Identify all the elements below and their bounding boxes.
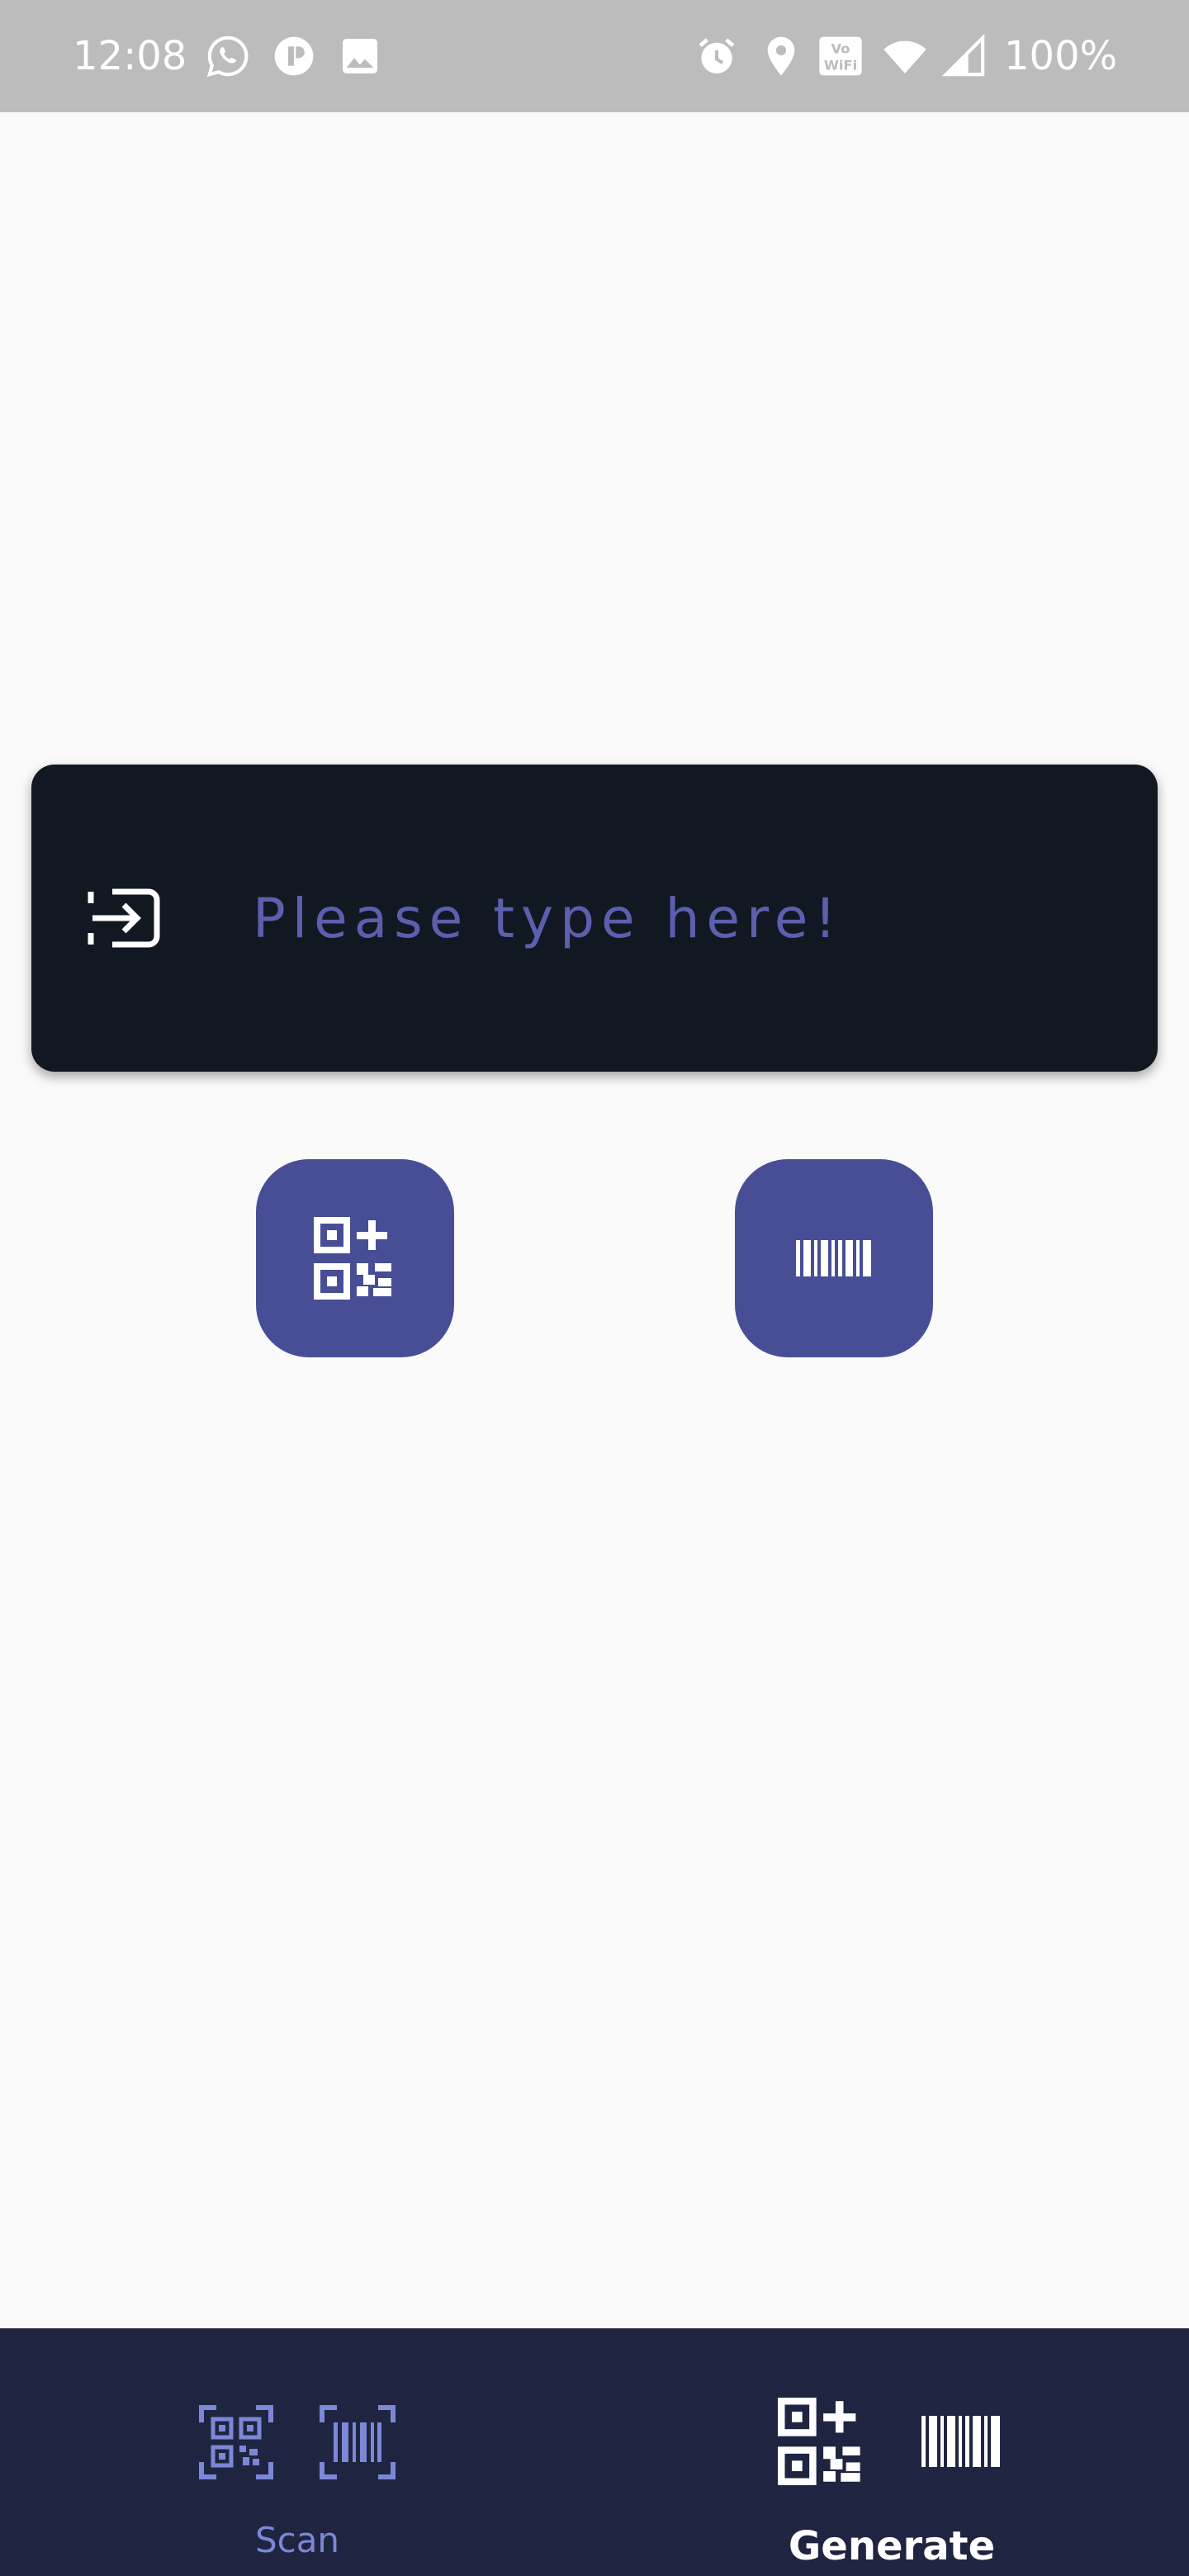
whatsapp-icon: [205, 33, 251, 79]
generate-qr-button[interactable]: [256, 1159, 454, 1357]
nav-label-generate: Generate: [788, 2523, 996, 2569]
barcode-icon: [920, 2414, 1002, 2469]
svg-text:WiFi: WiFi: [824, 57, 857, 73]
nav-label-scan: Scan: [254, 2520, 340, 2560]
generate-barcode-button[interactable]: [735, 1159, 933, 1357]
qr-code-add-icon: [314, 1217, 396, 1300]
input-card: [31, 765, 1158, 1072]
nav-item-scan[interactable]: Scan: [0, 2328, 594, 2576]
image-icon: [337, 33, 383, 79]
app-notification-icon: [271, 33, 317, 79]
text-input[interactable]: [253, 872, 1111, 964]
svg-text:Vo: Vo: [831, 41, 850, 57]
signal-icon: [941, 33, 988, 79]
status-time: 12:08: [73, 33, 187, 79]
nav-item-generate[interactable]: Generate: [594, 2328, 1189, 2576]
battery-percent: 100%: [1004, 33, 1118, 79]
input-icon: [86, 887, 162, 949]
vowifi-icon: Vo WiFi: [817, 33, 864, 79]
bottom-navigation: Scan Generate: [0, 2328, 1189, 2576]
barcode-scan-icon: [319, 2404, 396, 2480]
alarm-icon: [694, 33, 740, 79]
barcode-icon: [793, 1217, 875, 1300]
status-bar: 12:08 Vo WiFi 100%: [0, 0, 1189, 112]
qr-code-add-icon: [778, 2398, 865, 2485]
qr-scan-icon: [198, 2404, 274, 2480]
location-icon: [758, 33, 804, 79]
wifi-icon: [882, 33, 928, 79]
